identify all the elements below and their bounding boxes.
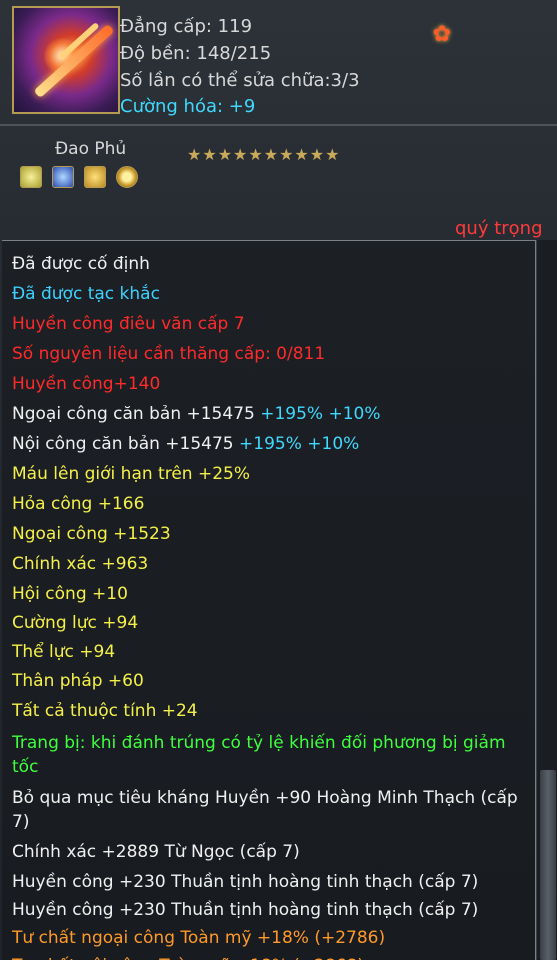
blue-gem-icon[interactable] xyxy=(52,166,74,188)
attribute-line: Số nguyên liệu cần thăng cấp: 0/811 xyxy=(12,344,325,364)
item-tooltip: Đẳng cấp: 119 Độ bền: 148/215 Số lần có … xyxy=(0,0,557,960)
attribute-line: Tất cả thuộc tính +24 xyxy=(12,701,198,721)
attribute-text: 7) xyxy=(12,812,30,832)
attribute-text: Hỏa công +166 xyxy=(12,494,145,514)
item-repair-count: Số lần có thể sửa chữa:3/3 xyxy=(120,70,360,91)
item-enhance: Cường hóa: +9 xyxy=(120,96,256,117)
header-divider xyxy=(0,124,557,126)
attribute-line: Tư chất ngoại công Toàn mỹ +18% (+2786) xyxy=(12,928,385,948)
attribute-text: Máu lên giới hạn trên +25% xyxy=(12,464,250,484)
attribute-text: Chính xác +2889 Từ Ngọc (cấp 7) xyxy=(12,842,300,862)
rarity-label: quý trọng xyxy=(455,218,543,239)
attribute-line: Chính xác +963 xyxy=(12,554,148,574)
attribute-line: 7) xyxy=(12,812,29,832)
attribute-text: Trang bị: khi đánh trúng có tỷ lệ khiến … xyxy=(12,733,506,753)
fire-blade-icon[interactable] xyxy=(12,6,120,114)
attribute-line: Huyền công điêu văn cấp 7 xyxy=(12,314,245,334)
attribute-bonus: +195% +10% xyxy=(233,434,360,454)
attribute-text: tốc xyxy=(12,757,39,777)
attribute-bonus: +195% +10% xyxy=(254,404,381,424)
attribute-text: Huyền công điêu văn cấp 7 xyxy=(12,314,245,334)
attribute-text: Thân pháp +60 xyxy=(12,671,144,691)
attribute-line: Bỏ qua mục tiêu kháng Huyền +90 Hoàng Mi… xyxy=(12,788,518,808)
attribute-line: Nội công căn bản +15475 +195% +10% xyxy=(12,434,359,454)
attribute-text: Tất cả thuộc tính +24 xyxy=(12,701,198,721)
attribute-line: Hội công +10 xyxy=(12,584,128,604)
item-header: Đẳng cấp: 119 Độ bền: 148/215 Số lần có … xyxy=(0,0,557,128)
attribute-line: Trang bị: khi đánh trúng có tỷ lệ khiến … xyxy=(12,733,506,753)
attribute-text: Thể lực +94 xyxy=(12,642,116,662)
attribute-line: tốc xyxy=(12,757,38,777)
scrollbar-thumb[interactable] xyxy=(540,770,556,960)
attribute-text: Chính xác +963 xyxy=(12,554,149,574)
attribute-line: Đã được cố định xyxy=(12,254,150,274)
ring-gem-icon[interactable] xyxy=(116,166,138,188)
attribute-text: Huyền công +230 Thuần tịnh hoàng tinh th… xyxy=(12,900,479,920)
attribute-text: Hội công +10 xyxy=(12,584,128,604)
attribute-text: Tư chất ngoại công Toàn mỹ +18% (+2786) xyxy=(12,928,386,948)
item-durability: Độ bền: 148/215 xyxy=(120,43,272,64)
attribute-text: Cường lực +94 xyxy=(12,613,139,633)
yellow-gem-icon[interactable] xyxy=(20,166,42,188)
attribute-line: Đã được tạc khắc xyxy=(12,284,160,304)
attribute-line: Huyền công +230 Thuần tịnh hoàng tinh th… xyxy=(12,900,478,920)
attribute-line: Cường lực +94 xyxy=(12,613,138,633)
attribute-text: Đã được cố định xyxy=(12,254,150,274)
attribute-line: Tư chất nội công Toàn mỹ +18% (+2868) xyxy=(12,956,364,960)
attribute-text: Huyền công +230 Thuần tịnh hoàng tinh th… xyxy=(12,872,479,892)
star-rating: ★★★★★★★★★★ xyxy=(187,145,341,164)
attribute-text: Ngoại công +1523 xyxy=(12,524,171,544)
attribute-line: Ngoại công căn bản +15475 +195% +10% xyxy=(12,404,381,424)
attribute-text: Huyền công+140 xyxy=(12,374,161,394)
fire-emblem-icon: ✿ xyxy=(432,22,452,47)
attribute-line: Chính xác +2889 Từ Ngọc (cấp 7) xyxy=(12,842,300,862)
attribute-line: Huyền công+140 xyxy=(12,374,160,394)
attribute-line: Hỏa công +166 xyxy=(12,494,144,514)
scrollbar[interactable] xyxy=(536,240,557,960)
attribute-line: Thân pháp +60 xyxy=(12,671,144,691)
attribute-text: Ngoại công căn bản +15475 xyxy=(12,404,255,424)
attribute-line: Thể lực +94 xyxy=(12,642,115,662)
attribute-line: Ngoại công +1523 xyxy=(12,524,171,544)
attribute-text: Số nguyên liệu cần thăng cấp: 0/811 xyxy=(12,344,326,364)
attribute-text: Tư chất nội công Toàn mỹ +18% (+2868) xyxy=(12,956,364,960)
attribute-text: Đã được tạc khắc xyxy=(12,284,160,304)
attribute-line: Máu lên giới hạn trên +25% xyxy=(12,464,250,484)
gold-gem-icon[interactable] xyxy=(84,166,106,188)
attribute-line: Huyền công +230 Thuần tịnh hoàng tinh th… xyxy=(12,872,478,892)
item-level: Đẳng cấp: 119 xyxy=(120,16,253,37)
attribute-text: Bỏ qua mục tiêu kháng Huyền +90 Hoàng Mi… xyxy=(12,788,518,808)
weapon-type: Đao Phủ xyxy=(55,139,127,159)
attribute-text: Nội công căn bản +15475 xyxy=(12,434,234,454)
